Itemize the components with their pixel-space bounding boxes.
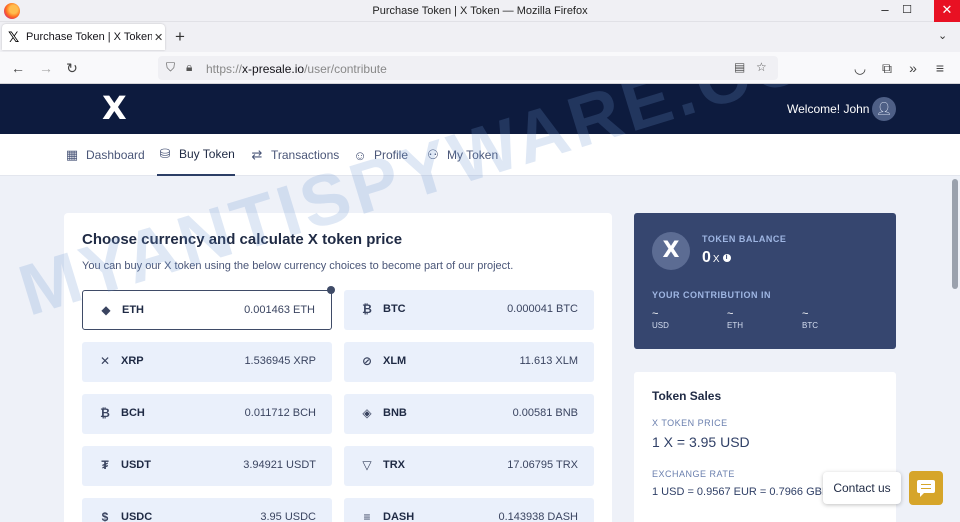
token-price-value: 1 X = 3.95 USD — [652, 434, 750, 450]
tab-bar: 𝕏 Purchase Token | X Token ✕ + ⌄ — [0, 22, 960, 52]
profile-icon: ☺ — [353, 147, 367, 163]
window-titlebar: Purchase Token | X Token — Mozilla Firef… — [0, 0, 960, 22]
list-tabs-icon[interactable]: ⌄ — [938, 29, 947, 42]
welcome-text: Welcome! John — [787, 102, 870, 116]
nav-profile[interactable]: ☺ Profile — [352, 134, 408, 176]
reload-button[interactable]: ↻ — [62, 58, 82, 78]
chat-bubble-icon — [917, 480, 935, 497]
bookmark-star-icon[interactable]: ☆ — [756, 60, 767, 74]
currency-option-usdc[interactable]: $ USDC 3.95 USDC — [82, 498, 332, 522]
contribution-eth: ~ ETH — [727, 308, 743, 330]
currency-option-bch[interactable]: ₿ BCH 0.011712 BCH — [82, 394, 332, 434]
token-price-label: X TOKEN PRICE — [652, 418, 728, 428]
trx-icon: ▽ — [362, 458, 372, 472]
currency-option-trx[interactable]: ▽ TRX 17.06795 TRX — [344, 446, 594, 486]
contact-us-label[interactable]: Contact us — [823, 472, 901, 504]
menu-icon[interactable]: ≡ — [930, 58, 950, 78]
contribution-label: YOUR CONTRIBUTION IN — [652, 290, 771, 300]
eth-icon: ◆ — [101, 303, 111, 317]
minimize-button[interactable]: – — [874, 0, 896, 22]
nav-my-token[interactable]: ⚇ My Token — [425, 134, 498, 176]
nav-dashboard[interactable]: ▦ Dashboard — [64, 134, 145, 176]
btc-icon: ₿ — [362, 302, 372, 316]
token-sales-title: Token Sales — [652, 389, 722, 403]
currency-option-btc[interactable]: ₿ BTC 0.000041 BTC — [344, 290, 594, 330]
dash-icon: ≡ — [363, 510, 371, 522]
contribution-btc: ~ BTC — [802, 308, 818, 330]
usdc-icon: $ — [101, 510, 109, 522]
card-subtitle: You can buy our X token using the below … — [82, 260, 514, 272]
users-icon: ⚇ — [427, 147, 439, 162]
chat-button[interactable] — [909, 471, 943, 505]
currency-option-dash[interactable]: ≡ DASH 0.143938 DASH — [344, 498, 594, 522]
usdt-icon: ₮ — [101, 458, 109, 472]
token-balance-value: 0Xi — [702, 249, 731, 267]
url-text[interactable]: https://x-presale.io/user/contribute — [206, 62, 387, 76]
back-button[interactable]: ← — [8, 58, 28, 78]
xrp-icon: ✕ — [99, 354, 111, 368]
close-tab-icon[interactable]: ✕ — [154, 31, 163, 44]
overflow-icon[interactable]: » — [903, 58, 923, 78]
nav-transactions[interactable]: ⇄ Transactions — [249, 134, 340, 176]
browser-tab[interactable]: 𝕏 Purchase Token | X Token ✕ — [2, 24, 165, 50]
lock-icon[interactable]: 🔒︎ — [186, 60, 192, 75]
currency-option-xlm[interactable]: ⊘ XLM 11.613 XLM — [344, 342, 594, 382]
x-logo-icon: 𝕏 — [8, 28, 20, 45]
page-scrollbar-thumb[interactable] — [952, 179, 958, 289]
currency-option-bnb[interactable]: ◈ BNB 0.00581 BNB — [344, 394, 594, 434]
nav-buy-token[interactable]: ⛁ Buy Token — [157, 134, 235, 176]
token-balance-label: TOKEN BALANCE — [702, 234, 787, 244]
page-content: X Welcome! John 👤︎ ▦ Dashboard ⛁ Buy Tok… — [0, 84, 960, 522]
reader-view-icon[interactable]: ▤ — [734, 60, 745, 74]
bnb-icon: ◈ — [362, 406, 372, 420]
dashboard-icon: ▦ — [65, 147, 79, 162]
pocket-icon[interactable]: ◡ — [850, 58, 870, 78]
currency-option-xrp[interactable]: ✕ XRP 1.536945 XRP — [82, 342, 332, 382]
currency-option-eth[interactable]: ◆ ETH 0.001463 ETH — [82, 290, 332, 330]
site-logo[interactable]: X — [102, 92, 127, 124]
info-icon[interactable]: i — [722, 253, 731, 262]
arrows-icon: ⇄ — [251, 147, 263, 162]
window-title: Purchase Token | X Token — Mozilla Firef… — [372, 5, 588, 17]
url-bar[interactable]: ⛉ 🔒︎ https://x-presale.io/user/contribut… — [158, 56, 778, 80]
new-tab-button[interactable]: + — [175, 27, 185, 47]
shield-icon[interactable]: ⛉ — [166, 60, 175, 75]
card-title: Choose currency and calculate X token pr… — [82, 231, 403, 248]
xlm-icon: ⊘ — [361, 354, 373, 368]
bch-icon: ₿ — [100, 406, 110, 420]
extensions-icon[interactable]: ⧉ — [877, 58, 897, 78]
forward-button[interactable]: → — [36, 58, 56, 78]
x-token-logo-icon: X — [652, 232, 690, 270]
coins-icon: ⛁ — [159, 146, 171, 161]
selected-indicator — [327, 286, 335, 294]
contribution-usd: ~ USD — [652, 308, 669, 330]
exchange-rate-label: EXCHANGE RATE — [652, 469, 735, 479]
currency-card: Choose currency and calculate X token pr… — [64, 213, 612, 522]
close-window-button[interactable]: ✕ — [934, 0, 960, 22]
token-balance-card: X TOKEN BALANCE 0Xi YOUR CONTRIBUTION IN… — [634, 213, 896, 349]
user-avatar-icon[interactable]: 👤︎ — [872, 97, 896, 121]
main-nav: ▦ Dashboard ⛁ Buy Token ⇄ Transactions ☺… — [0, 134, 960, 176]
navigation-toolbar: ← → ↻ ⛉ 🔒︎ https://x-presale.io/user/con… — [0, 52, 960, 84]
exchange-rate-value: 1 USD = 0.9567 EUR = 0.7966 GBP — [652, 486, 830, 498]
tab-title: Purchase Token | X Token — [26, 31, 152, 43]
site-header: X Welcome! John 👤︎ — [0, 84, 960, 134]
maximize-button[interactable]: ☐ — [896, 0, 918, 22]
currency-option-usdt[interactable]: ₮ USDT 3.94921 USDT — [82, 446, 332, 486]
